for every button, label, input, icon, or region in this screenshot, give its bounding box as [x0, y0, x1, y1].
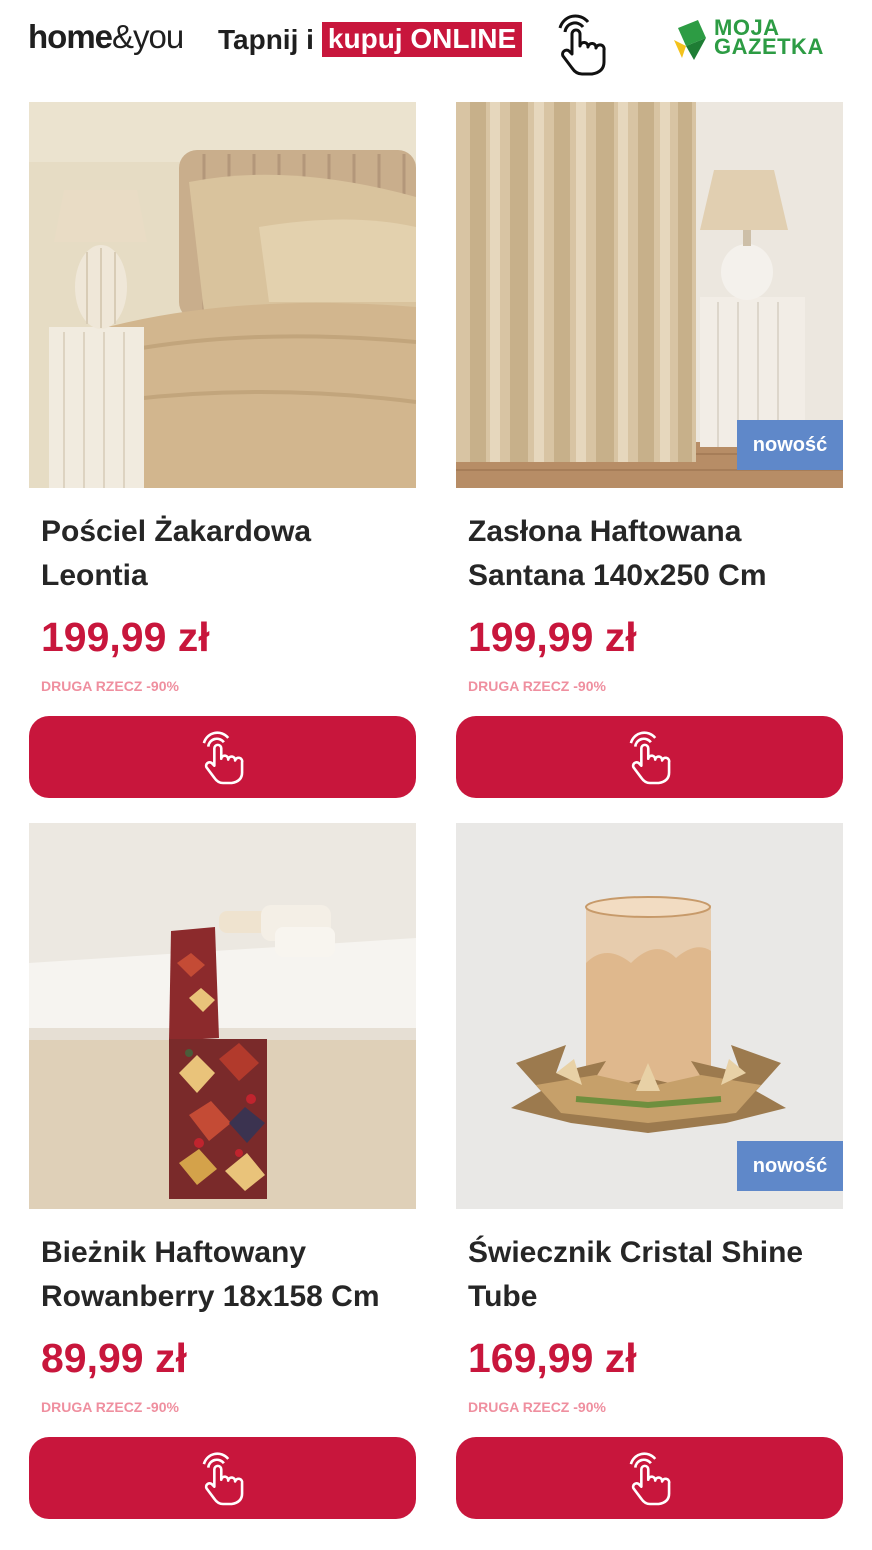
product-image[interactable]: nowość: [456, 823, 843, 1209]
table-runner-photo: [29, 823, 416, 1209]
promo-label: DRUGA RZECZ -90%: [468, 678, 606, 694]
bedding-photo: [29, 102, 416, 488]
header: home&you Tapnij i kupuj ONLINE MOJA GAZE…: [0, 0, 872, 90]
promo-label: DRUGA RZECZ -90%: [41, 678, 179, 694]
product-title[interactable]: Pościel Żakardowa Leontia: [41, 510, 411, 598]
moja-gazetka-line2: GAZETKA: [714, 34, 824, 59]
buy-online-button[interactable]: [456, 716, 843, 798]
product-title[interactable]: Bieżnik Haftowany Rowanberry 18x158 Cm: [41, 1231, 411, 1319]
tagline-prefix: Tapnij i: [218, 23, 314, 55]
buy-online-button[interactable]: [29, 1437, 416, 1519]
product-price: 199,99 zł: [41, 614, 210, 660]
product-image[interactable]: [29, 102, 416, 488]
new-badge: nowość: [737, 420, 843, 470]
tap-hand-icon: [202, 731, 243, 785]
product-title[interactable]: Zasłona Haftowana Santana 140x250 Cm: [468, 510, 838, 598]
tap-hand-icon: [629, 731, 670, 785]
tap-hand-icon: [202, 1452, 243, 1506]
brand-logo-bold: home: [28, 18, 113, 55]
promo-label: DRUGA RZECZ -90%: [468, 1399, 606, 1415]
tagline-highlight: kupuj ONLINE: [321, 22, 523, 57]
product-image[interactable]: nowość: [456, 102, 843, 488]
tap-hand-icon: [629, 1452, 670, 1506]
brand-logo[interactable]: home&you: [28, 18, 184, 56]
product-title[interactable]: Świecznik Cristal Shine Tube: [468, 1231, 838, 1319]
tagline[interactable]: Tapnij i kupuj ONLINE: [218, 22, 523, 57]
product-price: 199,99 zł: [468, 614, 637, 660]
moja-gazetka-logo[interactable]: MOJA GAZETKA: [672, 16, 852, 66]
brand-logo-light: &you: [112, 18, 184, 55]
promo-label: DRUGA RZECZ -90%: [41, 1399, 179, 1415]
moja-gazetka-mark-icon: [674, 20, 706, 60]
product-price: 169,99 zł: [468, 1335, 637, 1381]
buy-online-button[interactable]: [29, 716, 416, 798]
tap-hand-icon[interactable]: [552, 12, 612, 76]
moja-gazetka-text: MOJA GAZETKA: [714, 17, 824, 59]
product-price: 89,99 zł: [41, 1335, 187, 1381]
new-badge: nowość: [737, 1141, 843, 1191]
product-image[interactable]: [29, 823, 416, 1209]
buy-online-button[interactable]: [456, 1437, 843, 1519]
